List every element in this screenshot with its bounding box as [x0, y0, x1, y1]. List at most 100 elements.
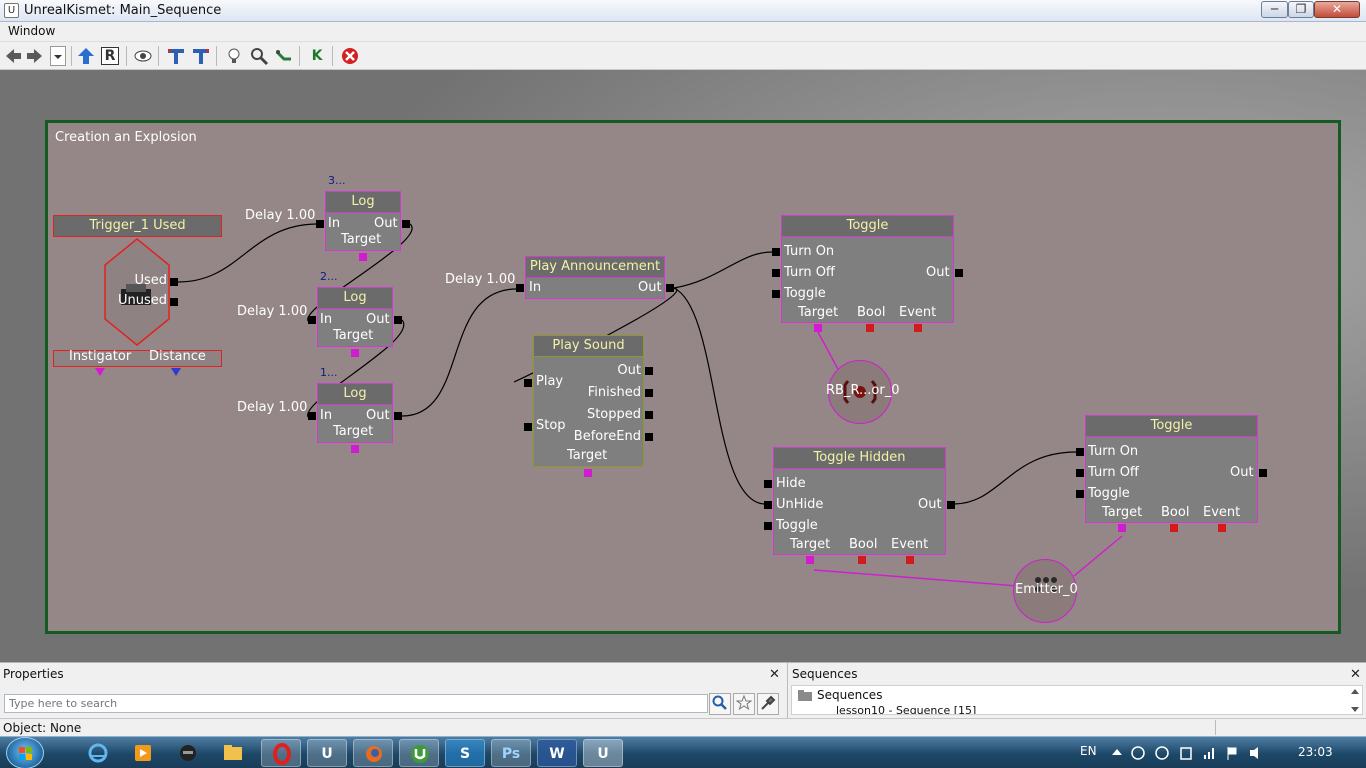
toggle-1-turnoff-pin[interactable] [772, 269, 780, 277]
log-node-1[interactable]: Log In Out Target [316, 191, 410, 261]
show-hidden-icons-icon[interactable] [1112, 748, 1122, 756]
log-in-pin[interactable] [308, 412, 316, 420]
folder-icon[interactable] [213, 739, 253, 767]
toolbar-separator [299, 46, 300, 66]
log-in-pin[interactable] [308, 316, 316, 324]
toggle-2-target-pin[interactable] [1118, 524, 1126, 532]
eye-icon[interactable] [133, 46, 153, 66]
toggle-node-1[interactable]: Toggle Turn On Turn Off Toggle Out Targe… [772, 215, 963, 332]
bulb-icon[interactable] [224, 46, 244, 66]
toggle-2-event-pin[interactable] [1218, 524, 1226, 532]
play-sound-play-pin[interactable] [524, 379, 532, 387]
zoom-icon[interactable] [249, 46, 269, 66]
t-icon-1[interactable] [166, 46, 186, 66]
skype-icon[interactable]: S [445, 739, 485, 767]
log-target-pin[interactable] [351, 445, 359, 453]
log-in-pin[interactable] [316, 220, 324, 228]
t-icon-2[interactable] [191, 46, 211, 66]
toggle-2-toggle-pin[interactable] [1076, 490, 1084, 498]
log-out-pin[interactable] [394, 316, 402, 324]
toggle-hidden-out-pin[interactable] [947, 501, 955, 509]
toggle-hidden-hide-pin[interactable] [764, 480, 772, 488]
sequences-child-item[interactable]: lesson10 - Sequence [15] [836, 704, 976, 714]
settings-icon[interactable] [757, 693, 779, 715]
toggle-hidden-target-pin[interactable] [806, 556, 814, 564]
toggle-2-out-pin[interactable] [1259, 469, 1267, 477]
log-node-3[interactable]: Log In Out Target [308, 383, 402, 453]
play-announcement-in-pin[interactable] [516, 284, 524, 292]
play-sound-node[interactable]: Play Sound Play Stop Out Finished Stoppe… [524, 335, 653, 477]
play-sound-stopped-pin[interactable] [645, 411, 653, 419]
media-icon[interactable] [123, 739, 163, 767]
log-node-2[interactable]: Log In Out Target [308, 287, 402, 357]
back-icon[interactable] [3, 46, 23, 66]
close-button[interactable]: ✕ [1314, 1, 1360, 18]
play-sound-stop-pin[interactable] [524, 423, 532, 431]
dropdown-icon[interactable] [50, 46, 66, 66]
play-sound-out-pin[interactable] [645, 367, 653, 375]
log-target-pin[interactable] [359, 253, 367, 261]
sequences-tree[interactable]: Sequences lesson10 - Sequence [15] [791, 685, 1363, 715]
kismet-canvas[interactable]: Creation an Explosion Trigger_1 Used Use… [0, 70, 1366, 662]
menu-window[interactable]: Window [8, 24, 55, 38]
stop-icon[interactable] [340, 46, 360, 66]
minimize-button[interactable]: ─ [1261, 1, 1288, 18]
language-indicator[interactable]: EN [1080, 744, 1097, 758]
unused-output-pin[interactable] [170, 298, 178, 306]
play-sound-stopped-label: Stopped [586, 407, 641, 422]
toggle-node-2[interactable]: Toggle Turn On Turn Off Toggle Out Targe… [1076, 415, 1267, 532]
toggle-2-bool-pin[interactable] [1170, 524, 1178, 532]
system-tray-icons[interactable] [1130, 745, 1260, 761]
properties-close-icon[interactable]: ✕ [769, 667, 780, 682]
toggle-hidden-bool-pin[interactable] [858, 556, 866, 564]
search-icon[interactable] [709, 693, 731, 715]
utorrent-icon[interactable] [399, 739, 439, 767]
distance-pin[interactable] [171, 368, 181, 376]
toggle-hidden-node[interactable]: Toggle Hidden Hide UnHide Toggle Out Tar… [764, 447, 955, 564]
clock[interactable]: 23:03 [1298, 745, 1333, 759]
log-target-pin[interactable] [351, 349, 359, 357]
toggle-hidden-event-pin[interactable] [906, 556, 914, 564]
play-announcement-out-pin[interactable] [666, 284, 674, 292]
toggle-1-bool-pin[interactable] [866, 324, 874, 332]
forward-icon[interactable] [25, 46, 45, 66]
properties-search-input[interactable] [4, 694, 708, 713]
toggle-1-out-pin[interactable] [955, 269, 963, 277]
firefox-icon[interactable] [353, 739, 393, 767]
up-arrow-icon[interactable] [76, 46, 96, 66]
play-announcement-node[interactable]: Play Announcement In Out [516, 256, 674, 299]
photoshop-icon[interactable]: Ps [491, 739, 531, 767]
trigger-used-event[interactable]: Trigger_1 Used Used Unused Instigator Di… [53, 215, 222, 376]
scrollbar-arrows[interactable] [1350, 688, 1360, 714]
toggle-hidden-unhide-pin[interactable] [764, 501, 772, 509]
log-out-pin[interactable] [402, 220, 410, 228]
log-out-pin[interactable] [394, 412, 402, 420]
ie-icon[interactable] [78, 739, 118, 767]
toggle-1-toggle-pin[interactable] [772, 290, 780, 298]
play-sound-target-pin[interactable] [584, 469, 592, 477]
toggle-1-target-pin[interactable] [814, 324, 822, 332]
toolbar-separator [216, 46, 217, 66]
used-output-pin[interactable] [170, 278, 178, 286]
opera-icon[interactable] [261, 739, 301, 767]
play-sound-finished-pin[interactable] [645, 389, 653, 397]
start-button[interactable] [6, 737, 44, 768]
play-sound-beforeend-pin[interactable] [645, 433, 653, 441]
game-icon[interactable] [168, 739, 208, 767]
maximize-button[interactable]: ❐ [1288, 1, 1314, 18]
sequences-root-item[interactable]: Sequences [817, 688, 882, 702]
toggle-2-turnon-pin[interactable] [1076, 448, 1084, 456]
unreal-kismet-icon[interactable]: U [583, 739, 623, 767]
unreal-icon[interactable]: U [307, 739, 347, 767]
toggle-hidden-toggle-pin[interactable] [764, 522, 772, 530]
toggle-1-turnon-pin[interactable] [772, 248, 780, 256]
favorite-star-icon[interactable] [733, 693, 755, 715]
r-icon[interactable]: R [101, 47, 119, 65]
link-icon[interactable] [274, 46, 294, 66]
toggle-2-turnoff-pin[interactable] [1076, 469, 1084, 477]
k-icon[interactable]: K [307, 46, 327, 66]
toggle-1-event-pin[interactable] [914, 324, 922, 332]
instigator-pin[interactable] [95, 368, 105, 376]
sequences-close-icon[interactable]: ✕ [1350, 667, 1361, 682]
word-icon[interactable]: W [537, 739, 577, 767]
